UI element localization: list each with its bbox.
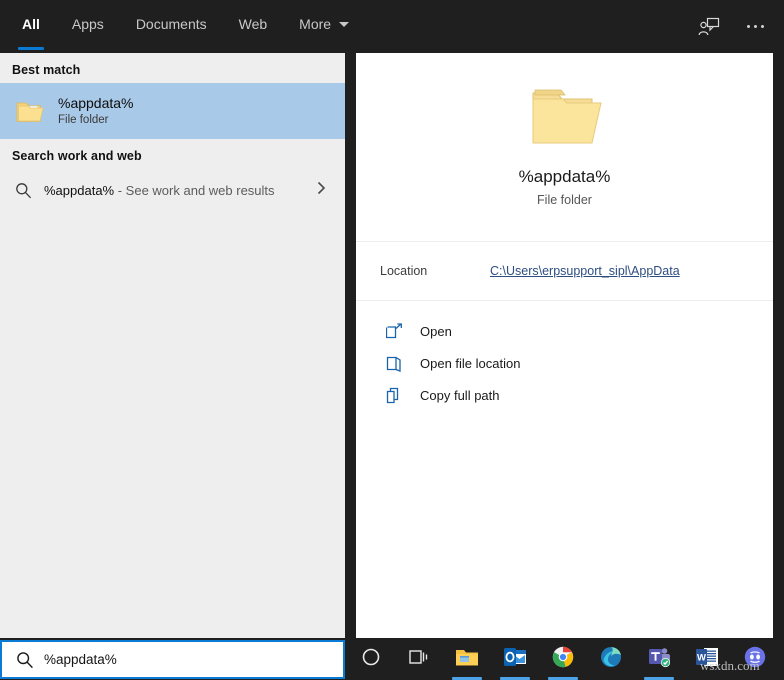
person-feedback-icon[interactable]	[696, 14, 722, 40]
tab-apps-label: Apps	[72, 16, 104, 32]
folder-icon	[12, 94, 46, 128]
web-search-heading: Search work and web	[0, 139, 345, 169]
tab-more-label: More	[299, 16, 331, 32]
svg-text:W: W	[697, 652, 706, 663]
file-explorer-icon	[454, 646, 480, 673]
tab-documents-label: Documents	[136, 16, 207, 32]
best-match-text: %appdata% File folder	[58, 94, 134, 128]
best-match-result[interactable]: %appdata% File folder	[0, 83, 345, 139]
folder-open-small-icon	[384, 355, 404, 372]
action-copy-full-path[interactable]: Copy full path	[356, 379, 773, 411]
preview-area: %appdata% File folder	[356, 53, 773, 207]
tab-bar: All Apps Documents Web More	[0, 0, 365, 53]
chevron-down-icon	[339, 22, 349, 27]
cortana-circle-icon	[361, 647, 381, 672]
tab-web-label: Web	[239, 16, 268, 32]
task-view-icon	[408, 648, 430, 671]
folder-open-icon	[527, 83, 603, 149]
chrome-icon	[552, 646, 574, 673]
edge-icon	[600, 646, 622, 673]
taskbar-item-file-explorer[interactable]	[443, 638, 491, 680]
word-icon: W	[695, 646, 719, 673]
web-result-suffix: - See work and web results	[114, 183, 274, 198]
taskbar-item-cortana[interactable]	[347, 638, 395, 680]
taskbar-item-outlook[interactable]	[491, 638, 539, 680]
ellipsis-icon[interactable]	[742, 14, 768, 40]
search-icon	[12, 651, 38, 669]
location-label: Location	[380, 264, 490, 278]
tab-apps[interactable]: Apps	[56, 4, 120, 44]
taskbar-item-task-view[interactable]	[395, 638, 443, 680]
taskbar-item-word[interactable]: W	[683, 638, 731, 680]
results-panel: Best match %appdata% File folder Search …	[0, 53, 345, 638]
tab-all[interactable]: All	[6, 4, 56, 44]
teams-icon	[647, 646, 671, 673]
tab-web[interactable]: Web	[223, 4, 284, 44]
taskbar-item-edge[interactable]	[587, 638, 635, 680]
detail-panel: %appdata% File folder Location C:\Users\…	[356, 53, 773, 638]
best-match-title: %appdata%	[58, 94, 134, 112]
taskbar-items: W	[347, 638, 779, 680]
outlook-icon	[503, 646, 527, 673]
action-list: Open Open file location	[356, 301, 773, 411]
best-match-subtitle: File folder	[58, 112, 134, 128]
location-row: Location C:\Users\erpsupport_sipl\AppDat…	[356, 242, 773, 300]
search-icon	[12, 182, 34, 199]
tab-documents[interactable]: Documents	[120, 4, 223, 44]
taskbar-search-box[interactable]: %appdata%	[0, 640, 345, 679]
chevron-right-icon[interactable]	[316, 180, 327, 201]
header-actions	[696, 0, 784, 53]
tab-more[interactable]: More	[283, 4, 365, 44]
preview-title: %appdata%	[356, 167, 773, 187]
action-open-label: Open	[420, 324, 452, 339]
active-tab-underline	[18, 47, 44, 50]
search-header: All Apps Documents Web More	[0, 0, 784, 53]
action-copy-full-path-label: Copy full path	[420, 388, 500, 403]
web-result-query: %appdata%	[44, 183, 114, 198]
action-open[interactable]: Open	[356, 315, 773, 347]
ellipsis-dots	[747, 25, 764, 28]
tab-all-label: All	[22, 16, 40, 32]
taskbar-item-teams[interactable]	[635, 638, 683, 680]
open-external-icon	[384, 323, 404, 339]
location-path-link[interactable]: C:\Users\erpsupport_sipl\AppData	[490, 264, 680, 278]
copy-icon	[384, 387, 404, 404]
web-search-result[interactable]: %appdata% - See work and web results	[0, 169, 345, 211]
taskbar-item-chrome[interactable]	[539, 638, 587, 680]
search-input[interactable]: %appdata%	[44, 652, 117, 667]
web-result-label: %appdata% - See work and web results	[44, 183, 275, 198]
action-open-file-location[interactable]: Open file location	[356, 347, 773, 379]
windows-search-flyout: All Apps Documents Web More	[0, 0, 784, 680]
discord-icon	[744, 646, 766, 673]
action-open-file-location-label: Open file location	[420, 356, 520, 371]
taskbar-item-discord[interactable]	[731, 638, 779, 680]
best-match-heading: Best match	[0, 53, 345, 83]
preview-subtitle: File folder	[356, 193, 773, 207]
